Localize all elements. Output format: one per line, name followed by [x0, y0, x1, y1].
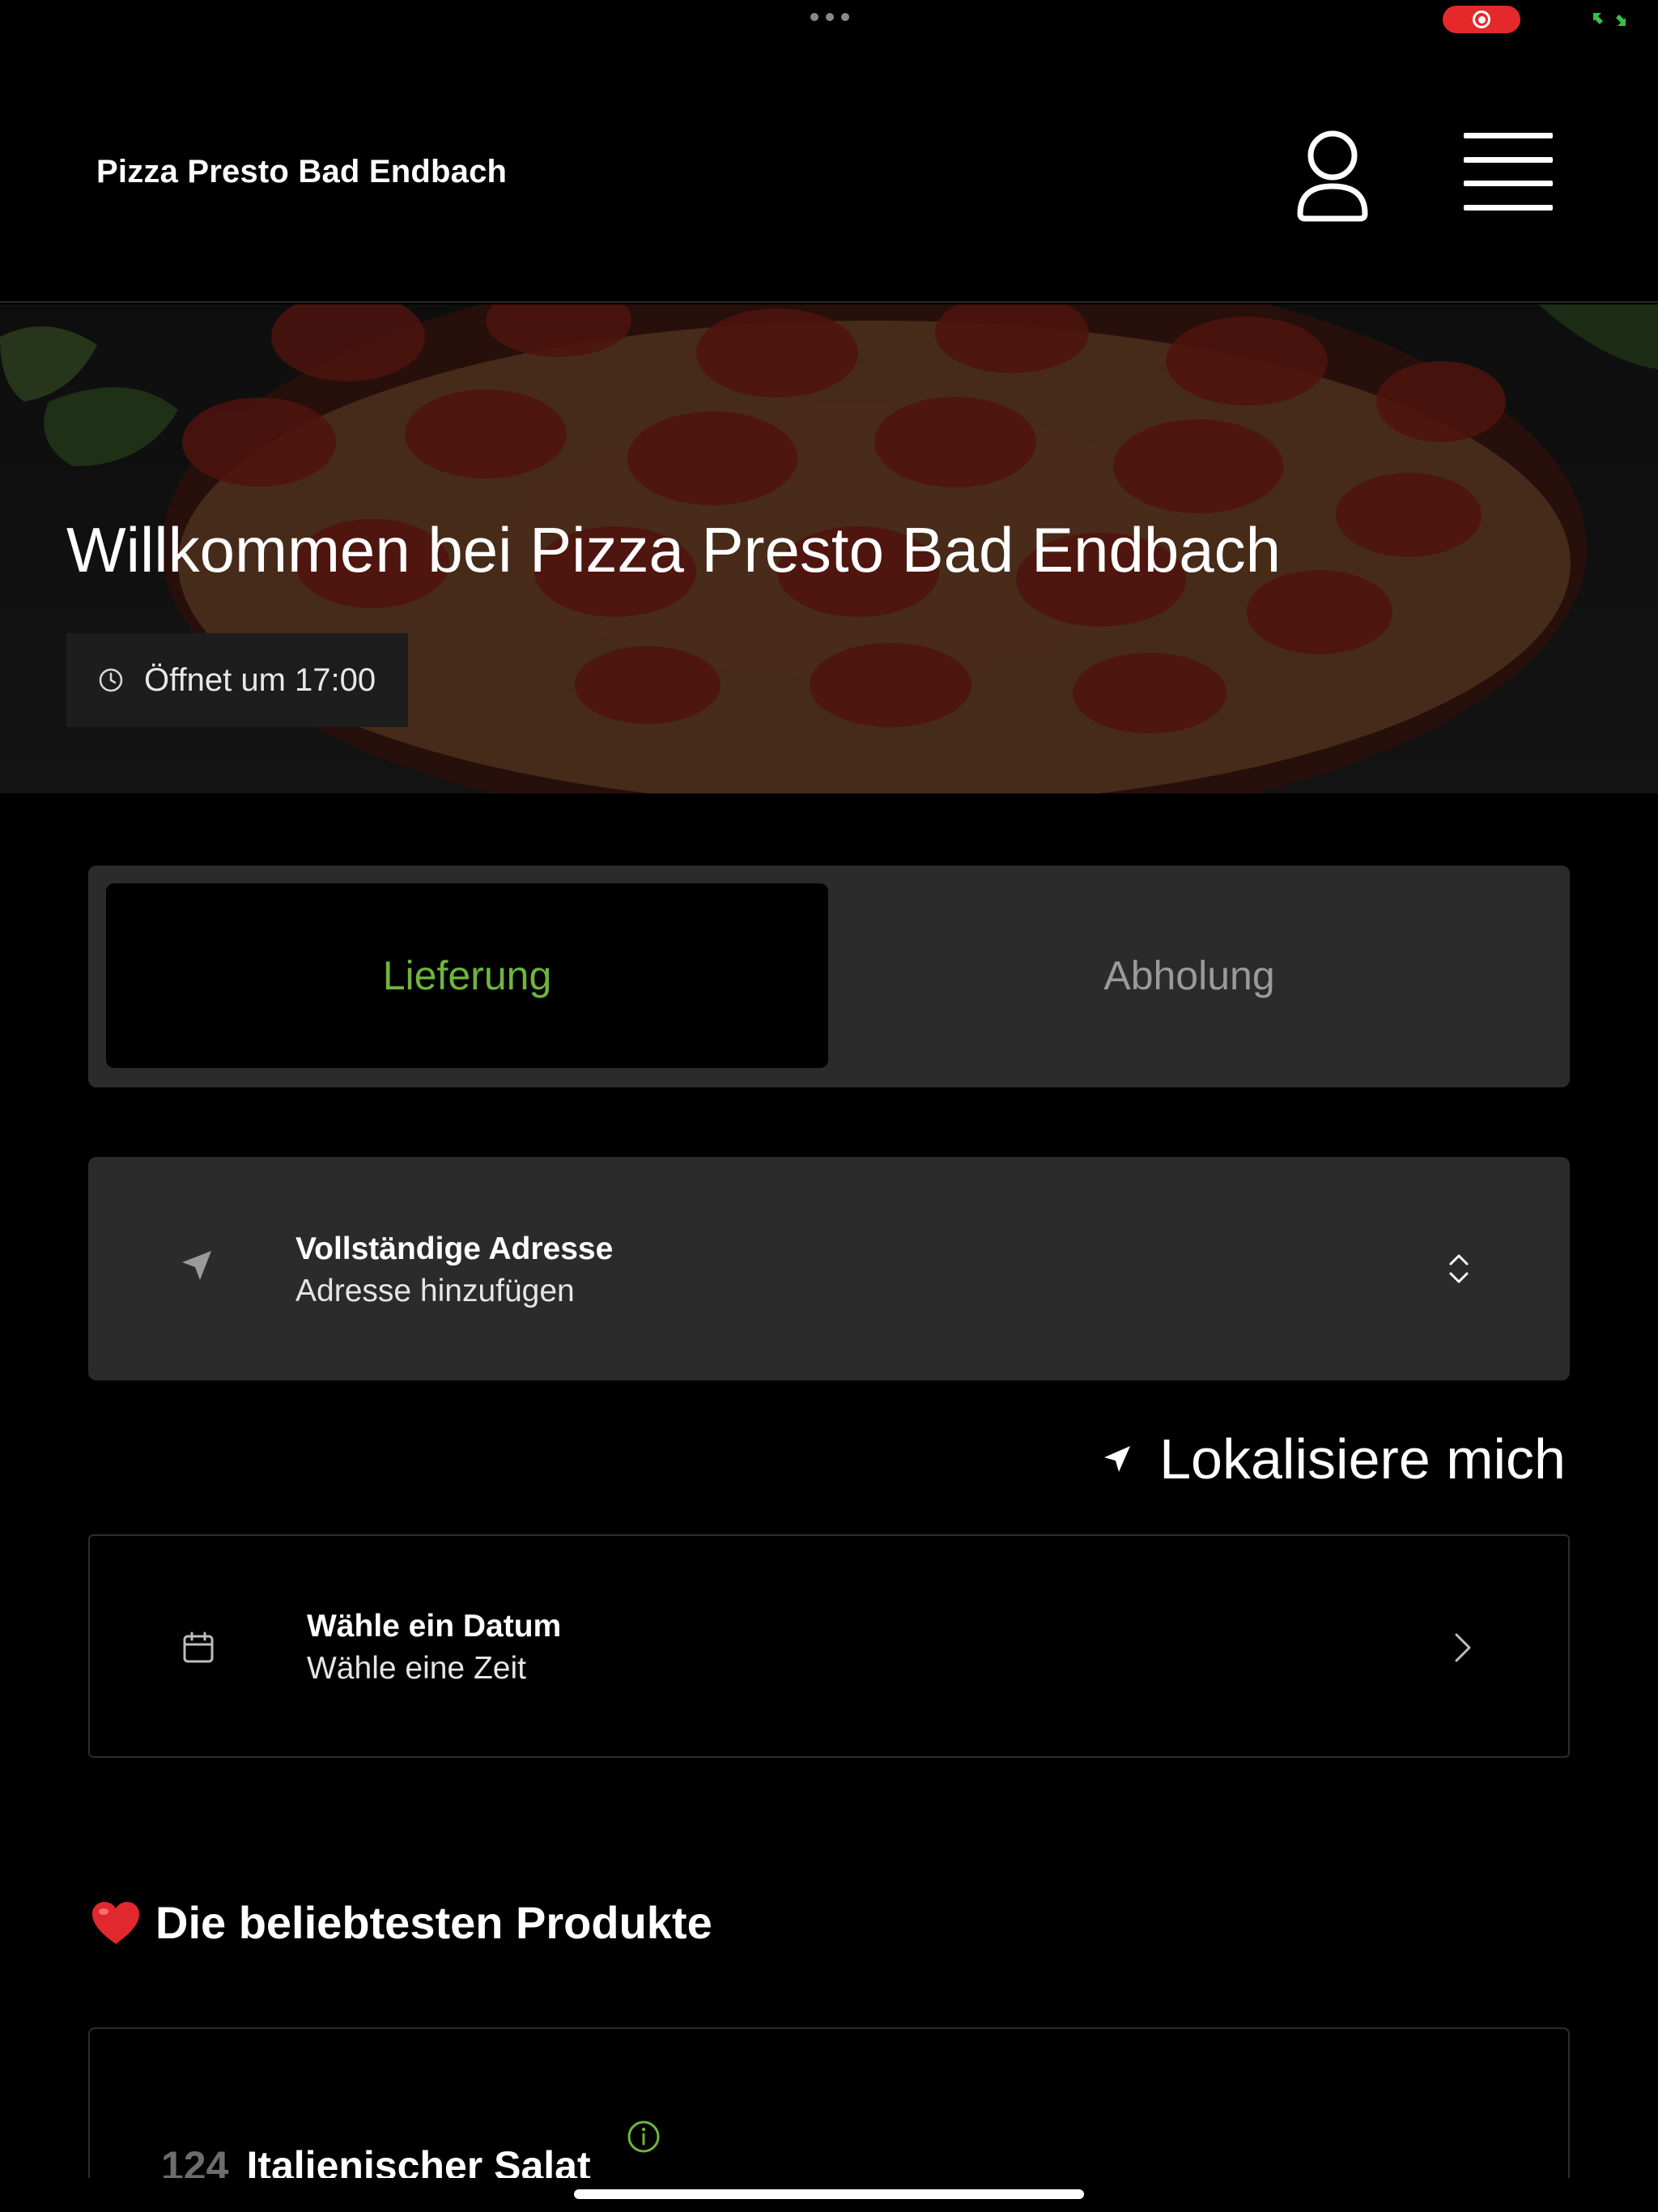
clock-icon — [99, 668, 123, 692]
delivery-option[interactable]: Lieferung — [106, 883, 828, 1068]
address-label: Vollständige Adresse — [295, 1231, 614, 1266]
multitasking-dots[interactable] — [810, 13, 849, 21]
pickup-option[interactable]: Abholung — [828, 883, 1550, 1068]
location-arrow-icon — [1104, 1446, 1131, 1472]
address-value: Adresse hinzufügen — [295, 1274, 575, 1308]
opening-hours-badge: Öffnet um 17:00 — [66, 633, 408, 727]
popular-products-title: Die beliebtesten Produkte — [155, 1897, 712, 1948]
restaurant-name[interactable]: Pizza Presto Bad Endbach — [96, 154, 507, 190]
heart-icon — [92, 1901, 139, 1944]
opening-hours-text: Öffnet um 17:00 — [144, 661, 376, 698]
hero-banner: Willkommen bei Pizza Presto Bad Endbach … — [0, 304, 1658, 793]
user-account-button[interactable] — [1292, 126, 1373, 223]
welcome-heading: Willkommen bei Pizza Presto Bad Endbach — [66, 514, 1282, 585]
date-time-selector[interactable]: Wähle ein Datum Wähle eine Zeit — [88, 1534, 1570, 1758]
time-label: Wähle eine Zeit — [307, 1651, 526, 1686]
screen-recording-indicator[interactable] — [1443, 6, 1520, 33]
expand-icon — [1593, 13, 1626, 26]
menu-icon — [1464, 133, 1553, 138]
app-header: Pizza Presto Bad Endbach — [0, 49, 1658, 303]
user-icon — [1297, 130, 1368, 222]
address-selector[interactable]: Vollständige Adresse Adresse hinzufügen — [88, 1157, 1570, 1380]
order-mode-toggle: Lieferung Abholung — [88, 866, 1570, 1087]
chevron-up-down-icon — [1449, 1254, 1469, 1283]
date-label: Wähle ein Datum — [307, 1609, 562, 1644]
locate-me-label: Lokalisiere mich — [1159, 1427, 1566, 1491]
calendar-icon — [183, 1631, 214, 1663]
popular-products-heading: Die beliebtesten Produkte — [91, 1896, 712, 1949]
locate-me-button[interactable]: Lokalisiere mich — [1103, 1427, 1566, 1491]
app-screen: Pizza Presto Bad Endbach Willkommen bei … — [0, 0, 1658, 2212]
navigation-arrow-icon — [182, 1251, 211, 1280]
chevron-right-icon — [1455, 1633, 1471, 1662]
home-indicator[interactable] — [574, 2189, 1084, 2199]
info-icon[interactable] — [627, 2120, 661, 2154]
hamburger-menu-button[interactable] — [1464, 133, 1553, 211]
